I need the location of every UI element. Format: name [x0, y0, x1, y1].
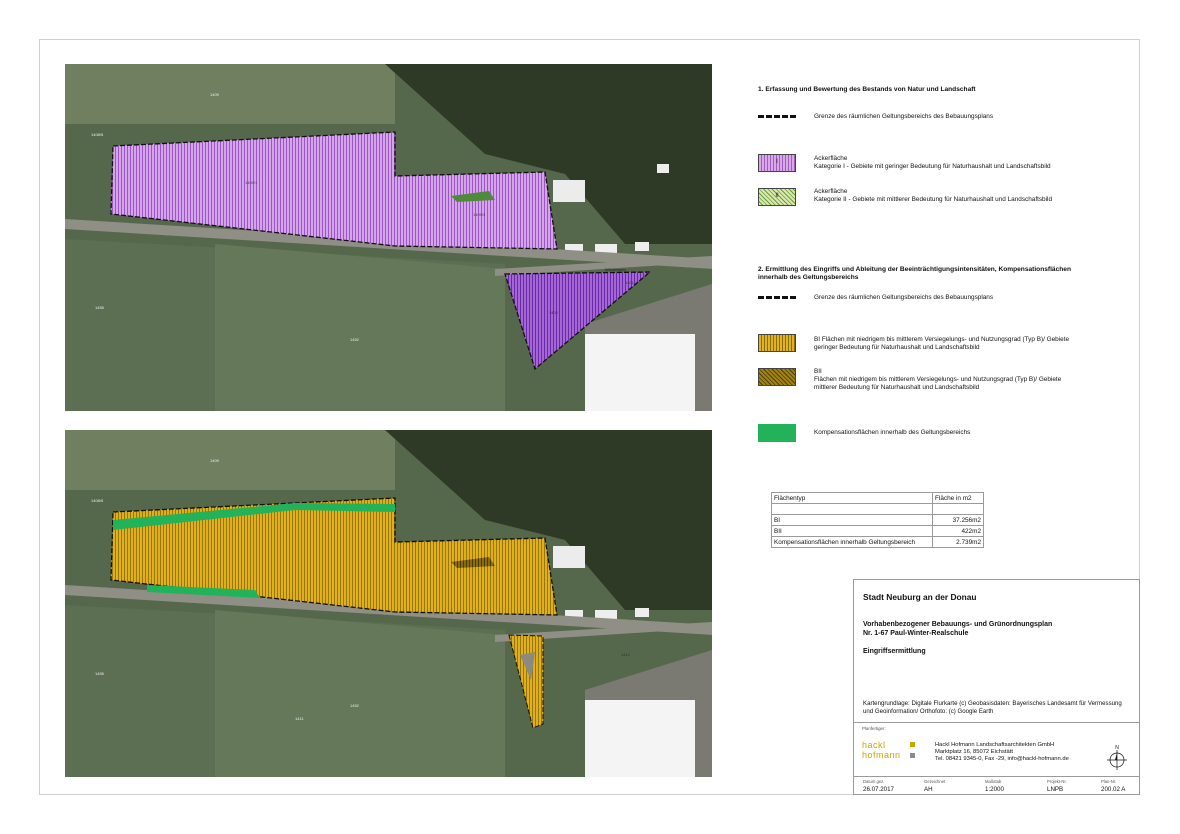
meta-label-project: Projekt-Nr. — [1047, 779, 1067, 784]
row-type: BI — [771, 514, 933, 526]
legend2-bii: BII Flächen mit niedrigem bis mittlerem … — [814, 368, 1061, 393]
parcel-label: 1409 — [210, 92, 220, 97]
bi-line1: BI Flächen mit niedrigem bis mittlerem V… — [814, 336, 1070, 343]
swatch-bi — [758, 334, 796, 352]
plan-subject: Eingriffsermittlung — [863, 648, 926, 655]
table-spacer-row — [771, 503, 984, 515]
parcel-label: 1409/1 — [245, 180, 258, 185]
legend2-heading-line2: innerhalb des Geltungsbereichs — [758, 274, 859, 281]
row-area: 422m2 — [932, 525, 984, 537]
parcel-label: 1452 — [350, 703, 360, 708]
map-basis-line1: Kartengrundlage: Digitale Flurkarte (c) … — [863, 700, 1122, 707]
acker1-title: Ackerfläche — [814, 155, 848, 162]
table-row: Kompensationsflächen innerhalb Geltungsb… — [771, 536, 984, 548]
city-title: Stadt Neuburg an der Donau — [863, 592, 977, 602]
acker2-title: Ackerfläche — [814, 188, 848, 195]
area-table: Flächentyp Fläche in m2 BI 37.256m2 BII … — [771, 492, 984, 548]
parcel-label: 1408/5 — [91, 498, 104, 503]
legend2-komp: Kompensationsflächen innerhalb des Geltu… — [814, 429, 971, 436]
plan-title-line1: Vorhabenbezogener Bebauungs- und Grünord… — [863, 621, 1053, 628]
boundary-line-symbol — [758, 296, 796, 299]
north-arrow-icon: N — [1106, 744, 1128, 775]
map-basis-line2: und Geoinformation/ Orthofoto: (c) Googl… — [863, 708, 994, 715]
hackl-hofmann-logo: hackl hofmann — [862, 740, 901, 760]
header-flaeche: Fläche in m2 — [932, 492, 984, 504]
table-row: BII 422m2 — [771, 525, 984, 537]
parcel-label: 1409/3 — [473, 212, 486, 217]
parcel-label: 1408/5 — [91, 132, 104, 137]
parcel-label: 1412 — [621, 652, 631, 657]
legend1-acker2: Ackerfläche Kategorie II - Gebiete mit m… — [814, 188, 1052, 204]
logo-grey-square — [910, 753, 915, 758]
bii-line2: Flächen mit niedrigem bis mittlerem Vers… — [814, 376, 1062, 384]
map-basis: Kartengrundlage: Digitale Flurkarte (c) … — [863, 700, 1135, 716]
acker1-desc: Kategorie I - Gebiete mit geringer Bedeu… — [814, 163, 1051, 171]
acker2-desc: Kategorie II - Gebiete mit mittlerer Bed… — [814, 196, 1053, 204]
parcel-label: 1411 — [295, 716, 304, 721]
office-line3: Tel. 08421 9345-0, Fax -29, info@hackl-h… — [935, 756, 1069, 763]
row-type: Kompensationsflächen innerhalb Geltungsb… — [771, 536, 933, 548]
row-area: 37.256m2 — [932, 514, 984, 526]
parcel-label: 1409 — [210, 458, 220, 463]
divider — [854, 722, 1139, 723]
map-bestand: 1409 1408/5 1409/1 1409/3 1401 1402 1455… — [65, 64, 712, 411]
row-area: 2.739m2 — [932, 536, 984, 548]
meta-label-drawn: Gezeichnet — [924, 779, 946, 784]
bii-line1: BII — [814, 368, 822, 375]
row-type: BII — [771, 525, 933, 537]
swatch-kompensation — [758, 424, 796, 442]
header-flaechentyp: Flächentyp — [771, 492, 933, 504]
office-line1: Hackl Hofmann Landschaftsarchitekten Gmb… — [935, 742, 1055, 748]
road-label: Wiesenweg — [605, 267, 626, 272]
meta-value-scale: 1:2000 — [985, 786, 1004, 793]
meta-value-project: LNPB — [1047, 786, 1064, 793]
plan-title: Vorhabenbezogener Bebauungs- und Grünord… — [863, 620, 1052, 638]
parcel-label: 1455 — [95, 305, 105, 310]
meta-label-plan: Plan-Nr. — [1101, 779, 1117, 784]
bi-line2: geringer Bedeutung für Naturhaushalt und… — [814, 344, 980, 352]
divider — [854, 776, 1139, 777]
legend2-heading: 2. Ermittlung des Eingriffs und Ableitun… — [758, 266, 1071, 282]
parcel-label: 1401 — [625, 280, 635, 285]
planfertiger-label: Planfertiger: — [862, 726, 886, 731]
logo-line2: hofmann — [862, 750, 901, 760]
legend2-boundary-text: Grenze des räumlichen Geltungsbereichs d… — [814, 294, 994, 301]
title-block: Stadt Neuburg an der Donau Vorhabenbezog… — [853, 579, 1140, 795]
swatch-acker-cat2: II — [758, 188, 796, 206]
office-line2: Marktplatz 16, 85072 Eichstätt — [935, 749, 1013, 756]
swatch-acker-cat1: I — [758, 154, 796, 172]
meta-value-date: 26.07.2017 — [863, 786, 894, 793]
swatch-mark: I — [776, 159, 778, 165]
office-address: Hackl Hofmann Landschaftsarchitekten Gmb… — [935, 742, 1069, 764]
logo-yellow-square — [910, 742, 915, 747]
legend1-acker1: Ackerfläche Kategorie I - Gebiete mit ge… — [814, 155, 1051, 171]
legend2-bi: BI Flächen mit niedrigem bis mittlerem V… — [814, 336, 1069, 352]
legend1-boundary-text: Grenze des räumlichen Geltungsbereichs d… — [814, 113, 994, 120]
parcel-label: 1455 — [95, 671, 105, 676]
swatch-bii — [758, 368, 796, 386]
legend1-heading: 1. Erfassung und Bewertung des Bestands … — [758, 86, 976, 93]
table-header-row: Flächentyp Fläche in m2 — [771, 492, 984, 504]
swatch-mark: II — [775, 193, 779, 199]
legend2-heading-line1: 2. Ermittlung des Eingriffs und Ableitun… — [758, 266, 1071, 273]
meta-value-plan: 200.02 A — [1101, 786, 1126, 793]
meta-label-date: Datum gez. — [863, 779, 885, 784]
boundary-line-symbol — [758, 115, 796, 118]
table-row: BI 37.256m2 — [771, 514, 984, 526]
logo-line1: hackl — [862, 740, 886, 750]
parcel-label: 1452 — [350, 337, 360, 342]
plan-title-line2: Nr. 1-67 Paul-Winter-Realschule — [863, 630, 969, 637]
meta-value-drawn: AH — [924, 786, 933, 793]
map-eingriff: 1409 1408/5 1455 1452 1412 1411 — [65, 430, 712, 777]
meta-label-scale: Maßstab — [985, 779, 1002, 784]
parcel-label: 1402 — [549, 310, 559, 315]
bii-line3: mittlerer Bedeutung für Naturhaushalt un… — [814, 384, 980, 392]
